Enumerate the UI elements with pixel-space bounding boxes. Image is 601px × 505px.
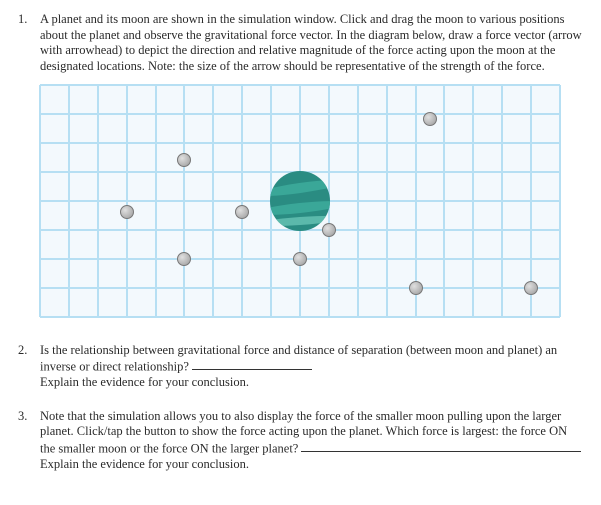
moon[interactable] — [409, 281, 423, 295]
question-body: Note that the simulation allows you to a… — [40, 409, 583, 473]
question-body: Is the relationship between gravitationa… — [40, 343, 583, 391]
question-number: 1. — [18, 12, 40, 325]
question-1: 1. A planet and its moon are shown in th… — [18, 12, 583, 325]
answer-blank[interactable] — [301, 440, 581, 452]
grid-line — [40, 142, 560, 144]
moon[interactable] — [423, 112, 437, 126]
moon[interactable] — [293, 252, 307, 266]
moon[interactable] — [322, 223, 336, 237]
grid-line — [40, 84, 560, 86]
moon[interactable] — [177, 153, 191, 167]
question-body: A planet and its moon are shown in the s… — [40, 12, 583, 325]
question-3: 3. Note that the simulation allows you t… — [18, 409, 583, 473]
question-text-b: Explain the evidence for your conclusion… — [40, 457, 249, 471]
moon[interactable] — [235, 205, 249, 219]
moon[interactable] — [177, 252, 191, 266]
moon[interactable] — [524, 281, 538, 295]
gravity-diagram[interactable] — [40, 85, 560, 317]
question-2: 2. Is the relationship between gravitati… — [18, 343, 583, 391]
grid-line — [40, 113, 560, 115]
grid-line — [40, 316, 560, 318]
grid-line — [40, 287, 560, 289]
question-number: 3. — [18, 409, 40, 473]
question-number: 2. — [18, 343, 40, 391]
question-text-b: Explain the evidence for your conclusion… — [40, 375, 249, 389]
answer-blank[interactable] — [192, 358, 312, 370]
moon[interactable] — [120, 205, 134, 219]
question-text: A planet and its moon are shown in the s… — [40, 12, 582, 73]
planet — [270, 171, 330, 231]
